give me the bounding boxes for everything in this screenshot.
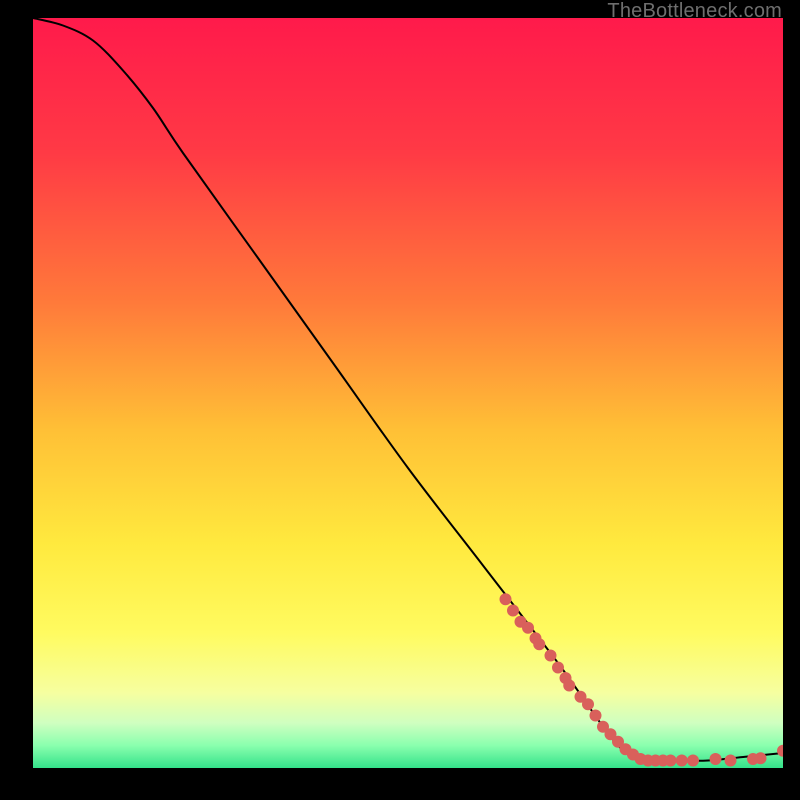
data-marker <box>563 680 575 692</box>
data-marker <box>725 755 737 767</box>
data-marker <box>533 638 545 650</box>
data-marker <box>687 755 699 767</box>
data-marker <box>582 698 594 710</box>
data-marker <box>500 593 512 605</box>
data-marker <box>552 662 564 674</box>
chart-stage: TheBottleneck.com <box>0 0 800 800</box>
data-marker <box>507 605 519 617</box>
chart-svg <box>33 18 783 768</box>
data-marker <box>755 752 767 764</box>
plot-area <box>33 18 783 768</box>
data-marker <box>522 622 534 634</box>
data-marker <box>590 710 602 722</box>
gradient-background <box>33 18 783 768</box>
data-marker <box>676 755 688 767</box>
data-marker <box>545 650 557 662</box>
data-marker <box>710 753 722 765</box>
data-marker <box>665 755 677 767</box>
